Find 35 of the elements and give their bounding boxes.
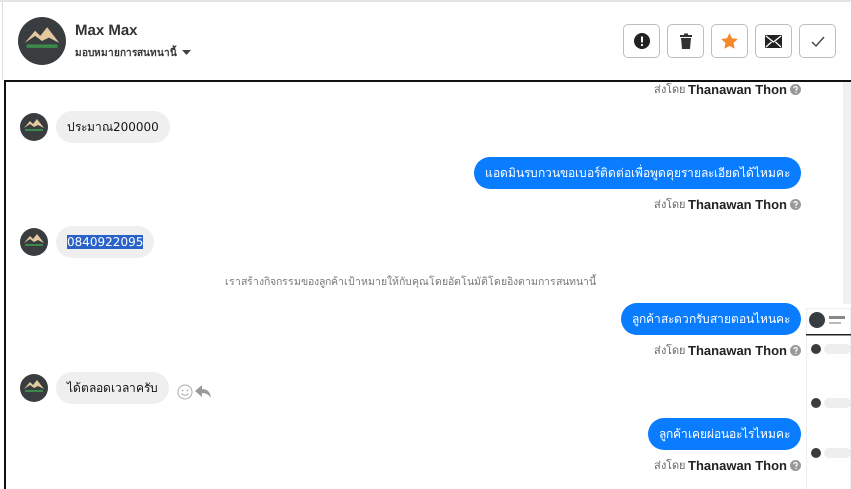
help-icon <box>790 345 801 356</box>
smiley-icon[interactable] <box>177 384 193 400</box>
reply-icon[interactable] <box>195 385 211 399</box>
alert-button[interactable] <box>623 24 660 58</box>
trash-button[interactable] <box>667 24 704 58</box>
help-icon <box>790 84 801 95</box>
check-button[interactable] <box>799 24 836 58</box>
check-icon <box>810 36 824 46</box>
contact-name: Max Max <box>75 22 139 39</box>
avatar-icon <box>18 17 66 65</box>
message-bubble: 0840922095 <box>56 226 154 258</box>
star-button[interactable] <box>711 24 748 58</box>
system-notice: เราสร้างกิจกรรมของลูกค้าเป้าหมายให้กับคุณโดยอัตโนมัติโดยอิงตามการสนทนานี้ <box>225 276 596 289</box>
message-bubble: ลูกค้าเคยผ่อนอะไรไหมคะ <box>648 418 801 450</box>
star-icon <box>721 33 738 49</box>
assign-dropdown[interactable]: มอบหมายการสนทนานี้ <box>75 45 191 60</box>
message-bubble: ลูกค้าสะดวกรับสายตอนไหนคะ <box>621 303 801 335</box>
envelope-button[interactable] <box>755 24 792 58</box>
message-bubble: ได้ตลอดเวลาครับ <box>56 372 169 404</box>
avatar-icon <box>20 374 48 402</box>
avatar-icon <box>20 228 48 256</box>
message-bubble: แอดมินรบกวนขอเบอร์ติดต่อเพื่อพูดคุยรายละเอียดได้ไหมคะ <box>474 157 801 189</box>
sender-label: ส่งโดย Thanawan Thon <box>654 82 801 97</box>
caret-icon <box>182 50 191 55</box>
help-icon <box>790 460 801 471</box>
trash-icon <box>678 33 692 49</box>
sender-label: ส่งโดย Thanawan Thon <box>654 197 801 212</box>
help-icon <box>790 199 801 210</box>
scrollbar[interactable] <box>843 82 851 304</box>
sender-label: ส่งโดย Thanawan Thon <box>654 343 801 358</box>
message-bubble: ประมาณ200000 <box>56 111 170 143</box>
envelope-icon <box>765 34 782 48</box>
sender-label: ส่งโดย Thanawan Thon <box>654 458 801 473</box>
avatar-icon <box>20 113 48 141</box>
alert-icon <box>634 33 650 49</box>
